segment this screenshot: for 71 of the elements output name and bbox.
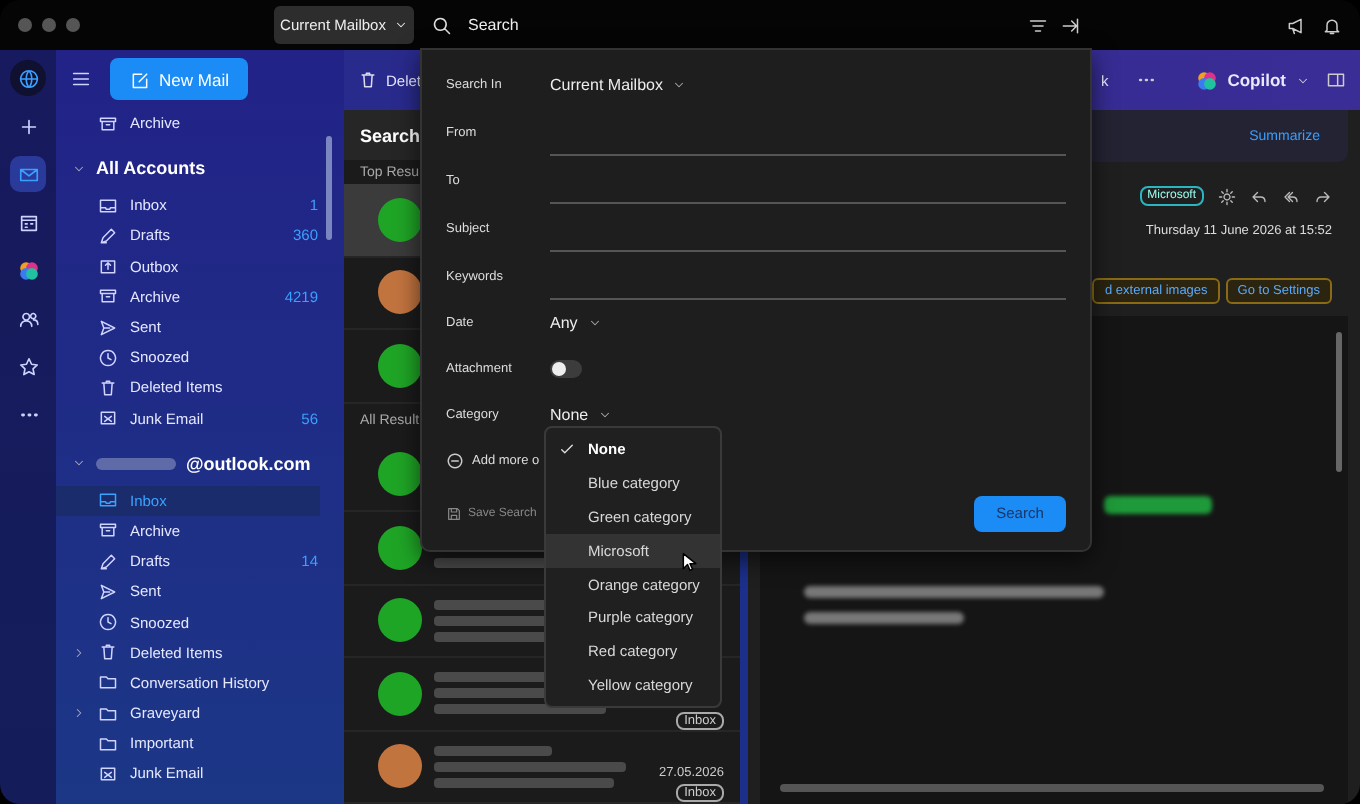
globe-icon [17, 67, 39, 89]
chevron-down-icon [587, 316, 602, 331]
chevron-down-icon [72, 161, 86, 176]
sun-icon [1218, 187, 1236, 205]
people-icon [17, 307, 39, 329]
archive-icon [98, 286, 118, 307]
window-control-dot[interactable] [42, 18, 56, 32]
compose-icon [129, 69, 150, 89]
chevron-right-icon [72, 645, 86, 660]
account-header[interactable]: @outlook.com [56, 441, 344, 486]
calendar-icon [17, 211, 39, 233]
toggle-switch[interactable] [550, 360, 582, 379]
archive-icon [98, 113, 118, 134]
chevron-down-icon [672, 78, 687, 93]
globe-nav-button[interactable] [10, 60, 46, 96]
redacted-name [96, 457, 176, 470]
dropdown[interactable]: Any [550, 314, 602, 333]
plus-icon [17, 115, 39, 137]
junk-mail-icon [98, 408, 118, 429]
copilot-button[interactable]: Copilot [1191, 69, 1314, 91]
arrow-icon [1060, 15, 1080, 35]
chevron-down-icon [393, 18, 408, 32]
clock-icon [98, 347, 118, 368]
chevron-down-icon [1296, 73, 1310, 87]
clock-icon [98, 612, 118, 633]
blurred-text [434, 745, 552, 756]
pencil-icon [98, 225, 118, 246]
search-icon [432, 15, 452, 35]
window-control-dot[interactable] [66, 18, 80, 32]
copilot-logo-icon [17, 259, 39, 281]
junk-mail-icon [98, 763, 118, 784]
folder-icon [98, 672, 118, 693]
window-control-dot[interactable] [18, 18, 32, 32]
blurred-text [1104, 496, 1212, 514]
send-icon [98, 581, 118, 602]
trash-icon [98, 377, 118, 398]
send-icon [98, 317, 118, 338]
account-header[interactable]: All Accounts [56, 146, 344, 191]
mouse-cursor-icon [680, 552, 700, 572]
forward-icon [1314, 187, 1332, 205]
mail-icon [17, 163, 39, 185]
mail-nav-button[interactable] [10, 156, 46, 192]
checkmark-icon [558, 439, 576, 458]
chevron-down-icon [72, 456, 86, 471]
scrollbar[interactable] [1336, 332, 1342, 472]
scrollbar[interactable] [326, 136, 332, 240]
trash-icon [358, 70, 378, 90]
dropdown[interactable]: None [550, 406, 613, 425]
scrollbar[interactable] [780, 784, 1324, 792]
megaphone-icon [1286, 15, 1306, 35]
search-input[interactable]: Search [464, 14, 1016, 36]
folder-icon [98, 703, 118, 724]
dropdown[interactable]: Current Mailbox [550, 76, 687, 95]
chevron-down-icon [598, 408, 613, 423]
bell-icon [1322, 15, 1342, 35]
copilot-logo-icon [1195, 69, 1218, 91]
star-icon [17, 355, 39, 377]
menu-icon [70, 68, 92, 90]
archive-icon [98, 520, 118, 541]
reply-all-icon [1282, 187, 1300, 205]
panel-icon [1326, 70, 1346, 90]
save-icon [446, 505, 462, 522]
inbox-icon [98, 490, 118, 511]
outbox-icon [98, 256, 118, 277]
reply-icon [1250, 187, 1268, 205]
chevron-right-icon [72, 706, 86, 721]
inbox-icon [98, 195, 118, 216]
folder-icon [98, 733, 118, 754]
trash-icon [98, 642, 118, 663]
filter-icon [1028, 15, 1048, 35]
pencil-icon [98, 551, 118, 572]
